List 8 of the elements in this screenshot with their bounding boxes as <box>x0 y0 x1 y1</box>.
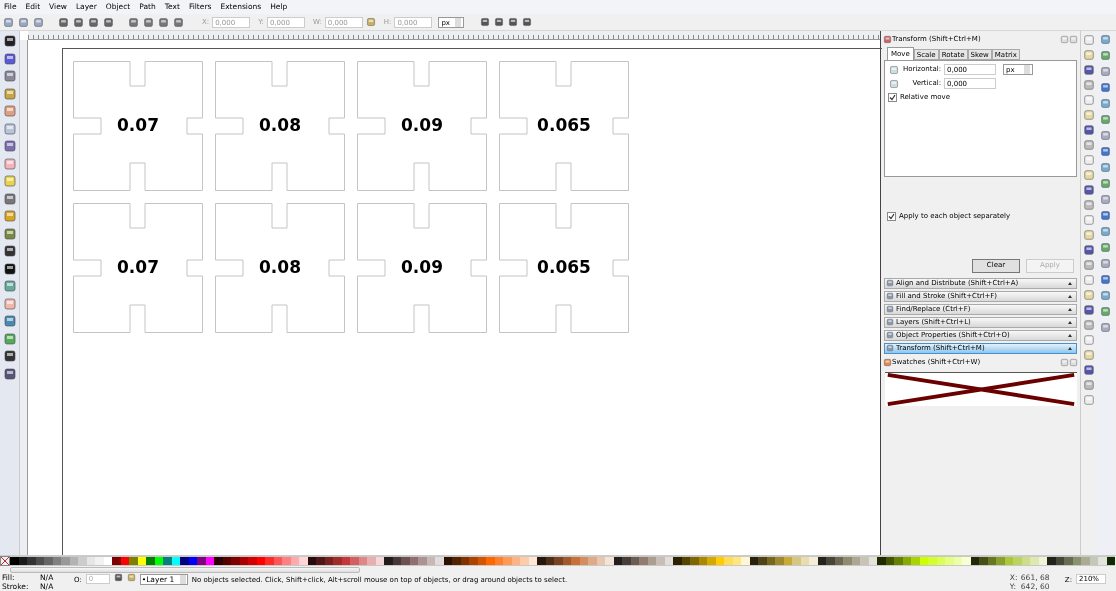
piece-label: 0.08 <box>259 114 301 138</box>
piece-label: 0.09 <box>401 114 443 138</box>
piece-label: 0.09 <box>401 256 443 280</box>
piece-label: 0.07 <box>117 114 159 138</box>
piece-label: 0.065 <box>537 114 591 138</box>
piece-label: 0.08 <box>259 256 301 280</box>
piece-label: 0.07 <box>117 256 159 280</box>
piece-label: 0.065 <box>537 256 591 280</box>
